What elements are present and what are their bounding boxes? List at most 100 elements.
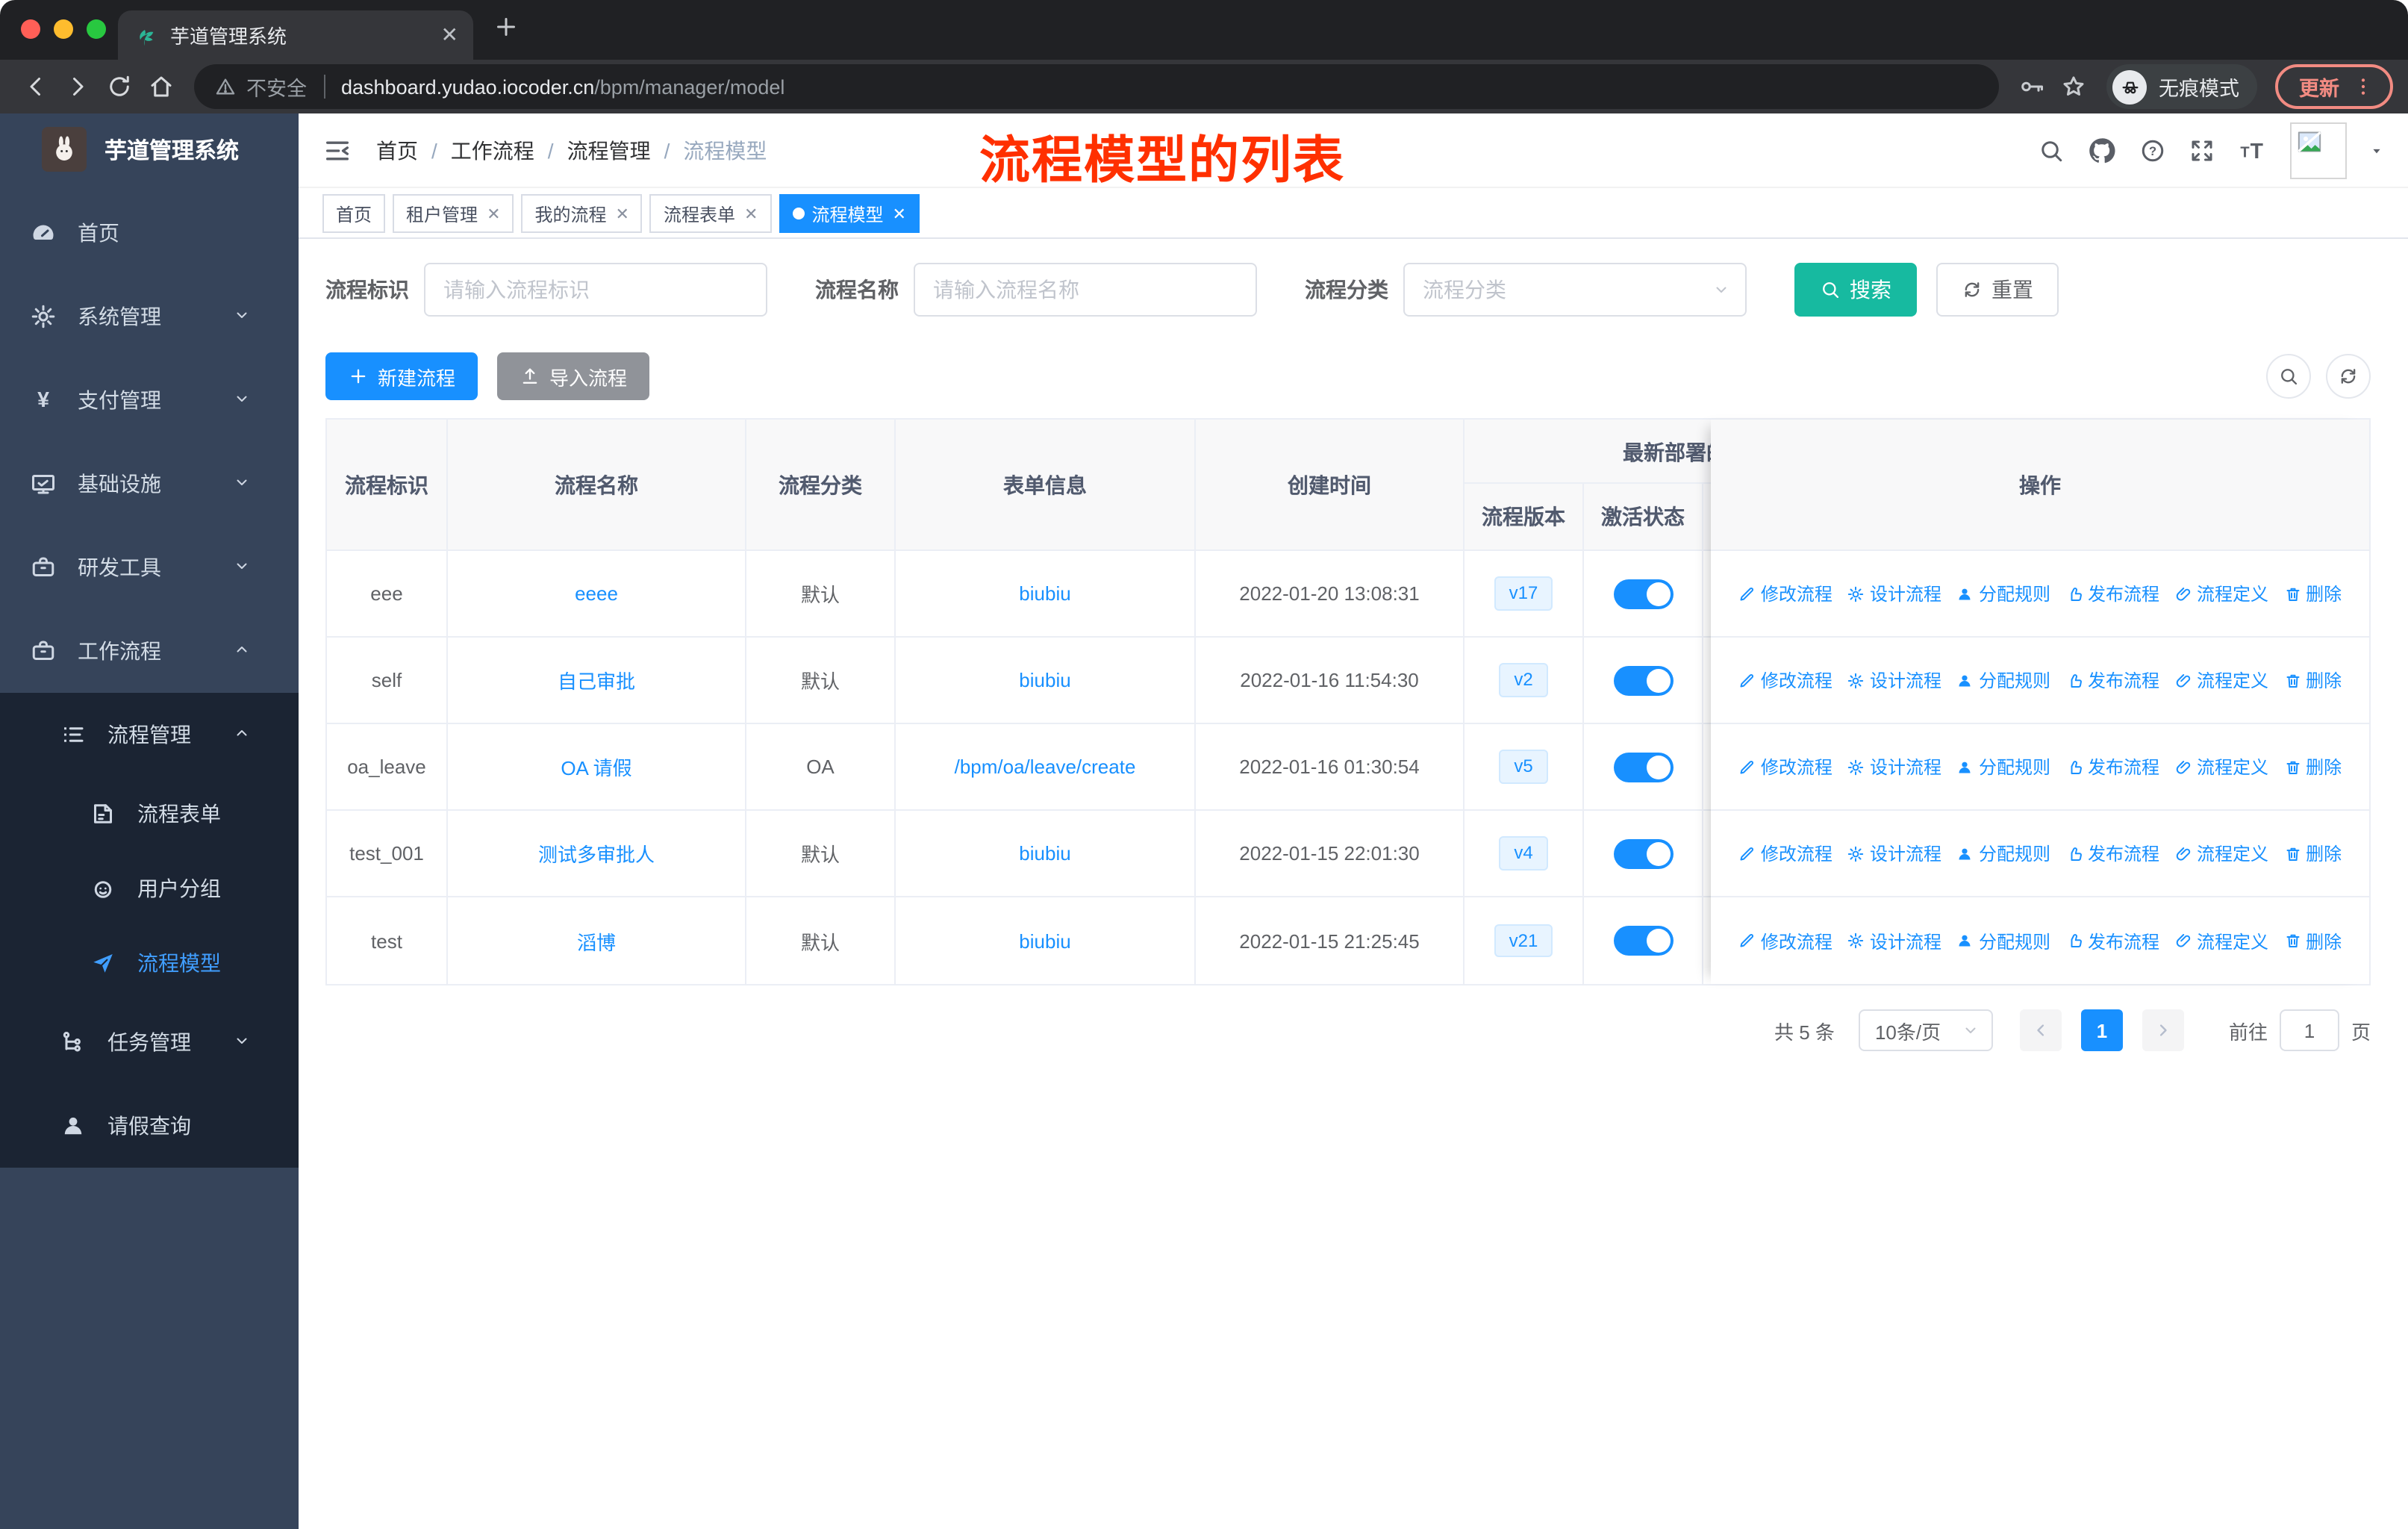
tab-close-icon[interactable]: ✕ (616, 204, 629, 223)
current-page-button[interactable]: 1 (2080, 1009, 2123, 1051)
sidebar-item-workflow[interactable]: 工作流程 (0, 609, 299, 693)
collapse-sidebar-icon[interactable] (322, 135, 352, 165)
design-action[interactable]: 设计流程 (1847, 841, 1941, 866)
active-toggle[interactable] (1613, 926, 1673, 956)
modify-action[interactable]: 修改流程 (1738, 928, 1832, 953)
definition-action[interactable]: 流程定义 (2174, 581, 2268, 606)
key-input[interactable] (424, 263, 767, 317)
delete-action[interactable]: 删除 (2283, 928, 2342, 953)
delete-action[interactable]: 删除 (2283, 581, 2342, 606)
publish-action[interactable]: 发布流程 (2065, 928, 2159, 953)
goto-page-input[interactable] (2279, 1009, 2339, 1051)
page-tab-首页[interactable]: 首页 (322, 194, 386, 233)
bookmark-button[interactable] (2053, 66, 2094, 108)
page-tab-流程表单[interactable]: 流程表单 ✕ (649, 194, 772, 233)
toggle-search-button[interactable] (2266, 354, 2311, 399)
page-tab-流程模型[interactable]: 流程模型 ✕ (779, 194, 920, 233)
sidebar-item-leave-query[interactable]: 请假查询 (0, 1084, 299, 1168)
sidebar-item-home[interactable]: 首页 (0, 191, 299, 275)
breadcrumb-item[interactable]: 工作流程 (451, 135, 534, 165)
address-bar[interactable]: 不安全 dashboard.yudao.iocoder.cn/bpm/manag… (194, 64, 1999, 109)
active-toggle[interactable] (1613, 838, 1673, 868)
publish-action[interactable]: 发布流程 (2065, 581, 2159, 606)
design-action[interactable]: 设计流程 (1847, 581, 1941, 606)
definition-action[interactable]: 流程定义 (2174, 754, 2268, 779)
cell-form-link[interactable]: biubiu (1019, 842, 1070, 865)
sidebar-item-process-model[interactable]: 流程模型 (0, 926, 299, 1000)
version-badge[interactable]: v21 (1494, 924, 1553, 958)
cell-name-link[interactable]: 滔博 (577, 927, 616, 955)
font-size-icon[interactable] (2238, 135, 2268, 165)
design-action[interactable]: 设计流程 (1847, 754, 1941, 779)
home-button[interactable] (140, 66, 182, 108)
forward-button[interactable] (57, 66, 99, 108)
definition-action[interactable]: 流程定义 (2174, 841, 2268, 866)
page-size-select[interactable]: 10条/页 (1858, 1009, 1993, 1051)
fullscreen-icon[interactable] (2189, 137, 2215, 164)
tab-close-icon[interactable]: ✕ (487, 204, 500, 223)
close-window-button[interactable] (21, 19, 40, 39)
tab-close-icon[interactable]: ✕ (441, 22, 458, 48)
maximize-window-button[interactable] (87, 19, 106, 39)
assign-action[interactable]: 分配规则 (1956, 667, 2050, 693)
publish-action[interactable]: 发布流程 (2065, 841, 2159, 866)
version-badge[interactable]: v17 (1494, 576, 1553, 611)
modify-action[interactable]: 修改流程 (1738, 581, 1832, 606)
page-tab-租户管理[interactable]: 租户管理 ✕ (393, 194, 514, 233)
design-action[interactable]: 设计流程 (1847, 667, 1941, 693)
reset-button[interactable]: 重置 (1936, 263, 2059, 317)
category-select[interactable]: 流程分类 (1403, 263, 1747, 317)
definition-action[interactable]: 流程定义 (2174, 667, 2268, 693)
sidebar-item-payment[interactable]: 支付管理 (0, 358, 299, 442)
sidebar-item-devtools[interactable]: 研发工具 (0, 526, 299, 609)
assign-action[interactable]: 分配规则 (1956, 581, 2050, 606)
version-badge[interactable]: v5 (1499, 750, 1548, 784)
browser-tab[interactable]: 芋道管理系统 ✕ (118, 10, 473, 60)
publish-action[interactable]: 发布流程 (2065, 754, 2159, 779)
active-toggle[interactable] (1613, 579, 1673, 608)
tab-close-icon[interactable]: ✕ (892, 204, 905, 223)
password-key-button[interactable] (2011, 66, 2053, 108)
cell-form-link[interactable]: biubiu (1019, 669, 1070, 691)
active-toggle[interactable] (1613, 665, 1673, 695)
sidebar-item-task-mgmt[interactable]: 任务管理 (0, 1000, 299, 1084)
search-button[interactable]: 搜索 (1794, 263, 1917, 317)
breadcrumb-item[interactable]: 首页 (376, 135, 418, 165)
delete-action[interactable]: 删除 (2283, 841, 2342, 866)
browser-update-button[interactable]: 更新 (2275, 64, 2393, 109)
delete-action[interactable]: 删除 (2283, 667, 2342, 693)
sidebar-item-system[interactable]: 系统管理 (0, 275, 299, 358)
active-toggle[interactable] (1613, 752, 1673, 782)
name-input[interactable] (914, 263, 1257, 317)
design-action[interactable]: 设计流程 (1847, 928, 1941, 953)
assign-action[interactable]: 分配规则 (1956, 928, 2050, 953)
refresh-table-button[interactable] (2326, 354, 2371, 399)
cell-name-link[interactable]: OA 请假 (561, 753, 631, 781)
kebab-menu-icon[interactable] (2351, 75, 2375, 99)
cell-name-link[interactable]: 自己审批 (558, 666, 635, 694)
import-process-button[interactable]: 导入流程 (497, 352, 650, 400)
sidebar-logo-row[interactable]: 芋道管理系统 (0, 113, 299, 185)
user-avatar[interactable] (2290, 122, 2347, 178)
search-icon[interactable] (2038, 137, 2065, 164)
assign-action[interactable]: 分配规则 (1956, 754, 2050, 779)
definition-action[interactable]: 流程定义 (2174, 928, 2268, 953)
cell-form-link[interactable]: biubiu (1019, 582, 1070, 605)
breadcrumb-item[interactable]: 流程管理 (567, 135, 651, 165)
sidebar-item-user-group[interactable]: 用户分组 (0, 851, 299, 926)
minimize-window-button[interactable] (54, 19, 73, 39)
cell-form-link[interactable]: /bpm/oa/leave/create (955, 756, 1136, 778)
sidebar-item-process-form[interactable]: 流程表单 (0, 776, 299, 851)
delete-action[interactable]: 删除 (2283, 754, 2342, 779)
modify-action[interactable]: 修改流程 (1738, 754, 1832, 779)
version-badge[interactable]: v4 (1499, 836, 1548, 871)
new-tab-button[interactable] (493, 13, 520, 48)
back-button[interactable] (15, 66, 57, 108)
reload-button[interactable] (99, 66, 140, 108)
cell-form-link[interactable]: biubiu (1019, 929, 1070, 952)
sidebar-item-infra[interactable]: 基础设施 (0, 442, 299, 526)
cell-name-link[interactable]: 测试多审批人 (538, 839, 655, 868)
tab-close-icon[interactable]: ✕ (744, 204, 758, 223)
page-tab-我的流程[interactable]: 我的流程 ✕ (521, 194, 643, 233)
sidebar-item-process-mgmt[interactable]: 流程管理 (0, 693, 299, 776)
